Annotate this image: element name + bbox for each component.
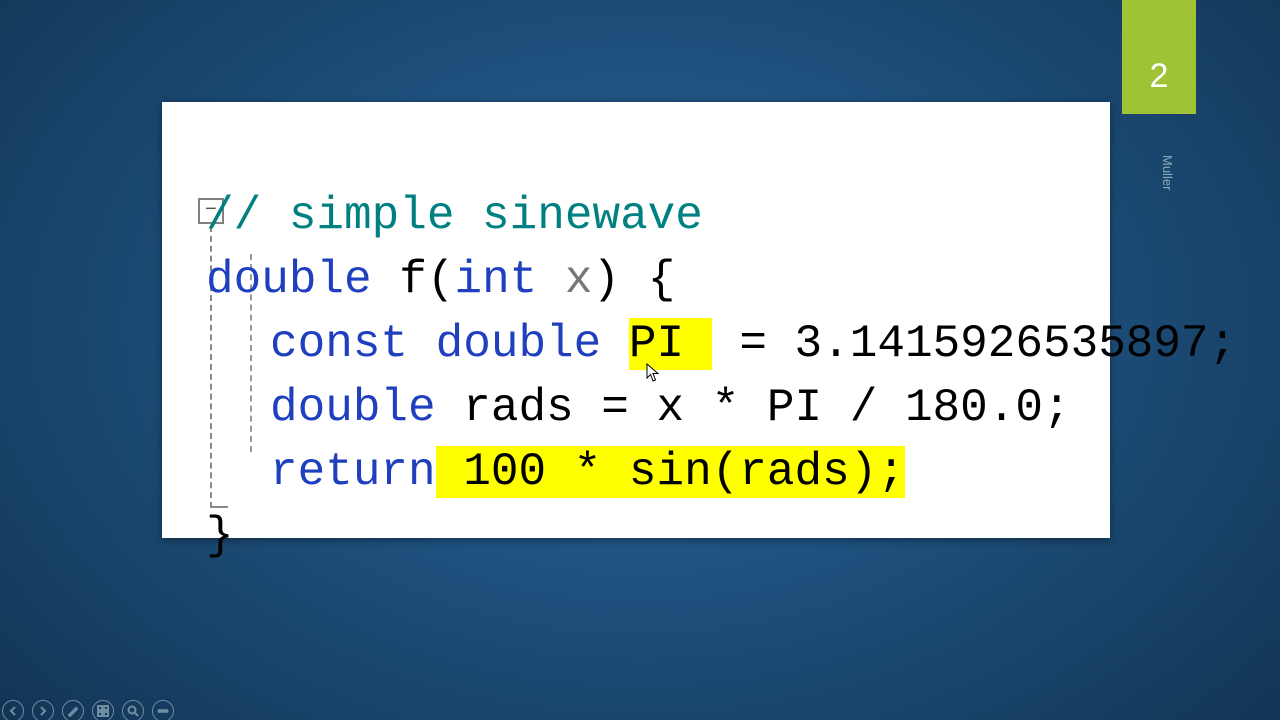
zoom-button[interactable] <box>122 700 144 720</box>
code-comment: // simple sinewave <box>206 190 703 242</box>
hl-return-expr: 100 * sin(rads); <box>436 446 905 498</box>
eq-1: = <box>712 318 795 370</box>
kw-double-2: double <box>436 318 602 370</box>
fn-name: f <box>399 254 427 306</box>
more-options-button[interactable] <box>152 700 174 720</box>
grid-icon <box>97 705 109 717</box>
kw-double-1: double <box>206 254 372 306</box>
magnifier-icon <box>127 705 139 717</box>
presentation-controls <box>2 700 174 720</box>
see-all-slides-button[interactable] <box>92 700 114 720</box>
kw-double-3: double <box>270 382 436 434</box>
semi-1: ; <box>1209 318 1237 370</box>
chevron-left-icon <box>7 705 19 717</box>
prev-slide-button[interactable] <box>2 700 24 720</box>
id-rads: rads <box>463 382 573 434</box>
chevron-right-icon <box>37 705 49 717</box>
eq-2: = <box>574 382 657 434</box>
brace-close: } <box>206 510 234 562</box>
semi-2: ; <box>1043 382 1071 434</box>
code-panel: − // simple sinewave double f(int x) { c… <box>162 102 1110 538</box>
next-slide-button[interactable] <box>32 700 54 720</box>
slide-number-tab: 2 <box>1122 0 1196 114</box>
id-pi: PI <box>629 318 684 370</box>
kw-int: int <box>454 254 537 306</box>
code-block: // simple sinewave double f(int x) { con… <box>162 102 1236 538</box>
hl-pi: PI <box>629 318 712 370</box>
ellipsis-icon <box>157 705 169 717</box>
brace-open: { <box>648 254 676 306</box>
pen-tool-button[interactable] <box>62 700 84 720</box>
slide-number: 2 <box>1150 57 1169 96</box>
pi-value: 3.1415926535897 <box>795 318 1209 370</box>
pen-icon <box>67 705 79 717</box>
param-x: x <box>565 254 593 306</box>
kw-const: const <box>270 318 408 370</box>
expr-rads: x * PI / 180.0 <box>657 382 1043 434</box>
kw-return: return <box>270 446 436 498</box>
